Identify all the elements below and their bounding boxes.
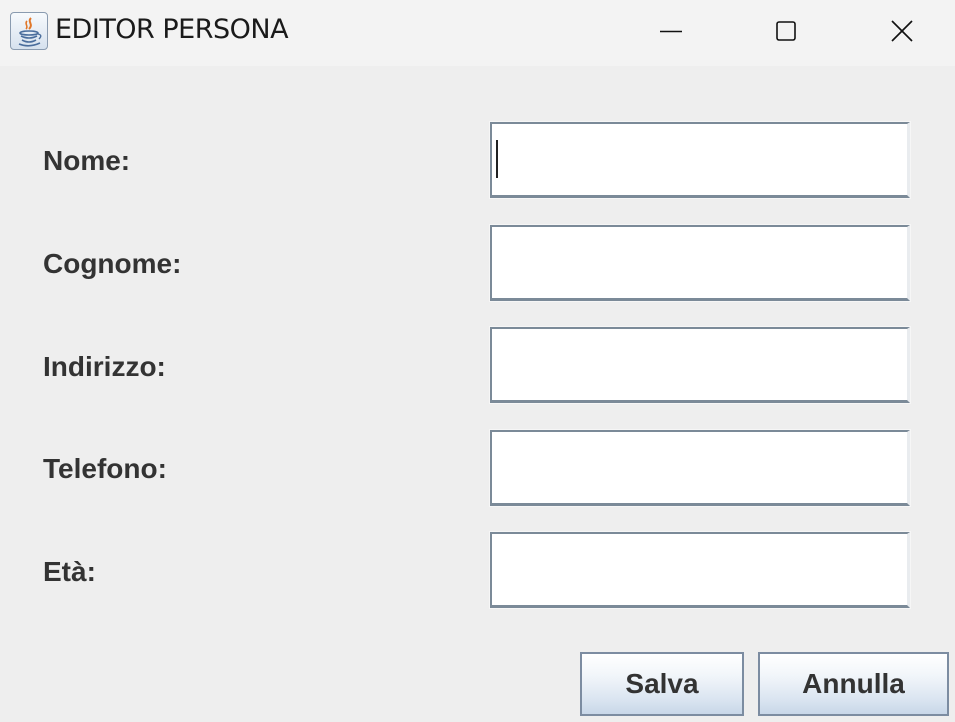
age-field[interactable]	[490, 532, 910, 608]
name-field[interactable]	[490, 122, 910, 198]
maximize-button[interactable]	[728, 0, 844, 62]
cancel-button[interactable]: Annulla	[758, 652, 949, 716]
minimize-icon	[660, 30, 682, 33]
window-title: EDITOR PERSONA	[55, 14, 289, 45]
text-caret	[496, 140, 498, 178]
age-label: Età:	[43, 556, 96, 587]
phone-label: Telefono:	[43, 453, 167, 484]
close-icon	[891, 20, 913, 42]
name-label: Nome:	[43, 145, 131, 176]
save-button[interactable]: Salva	[580, 652, 744, 716]
surname-label: Cognome:	[43, 248, 182, 279]
phone-field[interactable]	[490, 430, 910, 506]
title-bar[interactable]: EDITOR PERSONA	[0, 0, 955, 66]
address-field[interactable]	[490, 327, 910, 403]
minimize-button[interactable]	[613, 0, 729, 62]
close-button[interactable]	[844, 0, 955, 62]
java-cup-icon[interactable]	[10, 12, 48, 50]
surname-field[interactable]	[490, 225, 910, 301]
maximize-icon	[776, 21, 796, 41]
address-label: Indirizzo:	[43, 351, 166, 382]
